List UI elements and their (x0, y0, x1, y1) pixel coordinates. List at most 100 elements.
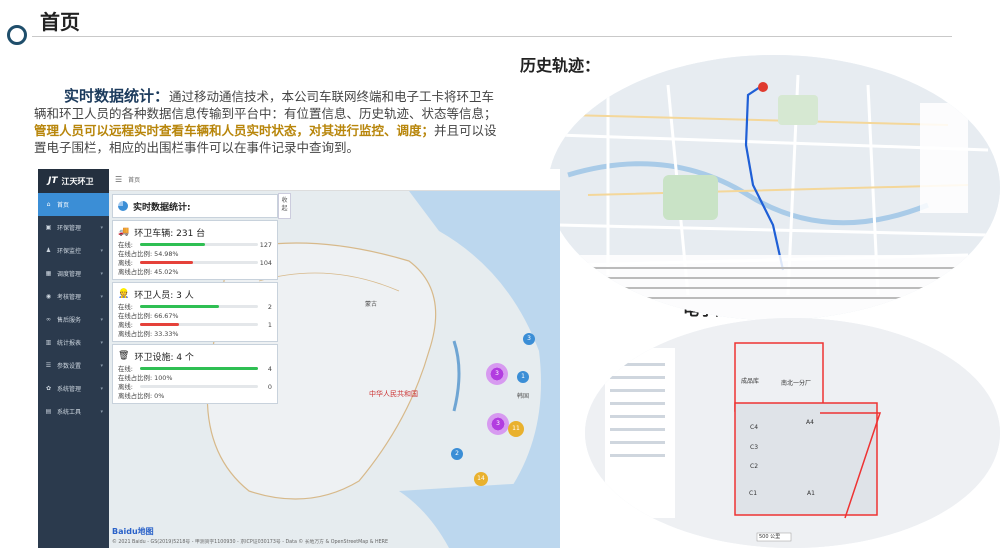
offline-count: 104 (259, 258, 272, 267)
history-track-map (548, 55, 1000, 320)
history-label: 历史轨迹： (520, 56, 601, 75)
offline-ratio: 离线占比例: 45.02% (118, 268, 179, 276)
fence-marker-c4: C4 (750, 424, 759, 431)
breadcrumb[interactable]: 首页 (128, 175, 140, 184)
sidebar-item[interactable]: ♟ 环保监控 ▾ (38, 239, 109, 262)
online-ratio: 在线占比例: 54.98% (118, 250, 179, 258)
description-heading: 实时数据统计： (64, 87, 170, 105)
sidebar-menu: ⌂ 首页 ▣ 环保管理 ▾ ♟ 环保监控 ▾ ▦ 调度管理 ▾ ◉ 考核管理 ▾ ∞ 售后服务 ▾ ▥ 统计报表 ▾ ☰… (38, 193, 109, 423)
fence-marker-warehouse: 成品库 (741, 378, 760, 385)
sidebar-item[interactable]: ∞ 售后服务 ▾ (38, 308, 109, 331)
page-title: 首页 (40, 10, 80, 34)
home-icon: ⌂ (46, 201, 51, 208)
cluster-marker[interactable]: 1 (517, 371, 529, 383)
sidebar-item[interactable]: ▤ 系统工具 ▾ (38, 400, 109, 423)
cluster-marker[interactable]: 11 (508, 421, 524, 437)
chevron-down-icon: ▾ (100, 316, 103, 323)
category-card: 🚚 环卫车辆: 231 台在线: 127 在线占比例: 54.98% 离线: 104 离线占… (112, 220, 278, 280)
cluster-marker[interactable]: 14 (474, 472, 488, 486)
user-icon: ♟ (45, 247, 52, 254)
sidebar-item[interactable]: ▥ 统计报表 ▾ (38, 331, 109, 354)
online-bar (140, 243, 258, 246)
sidebar: JT 江天环卫 ⌂ 首页 ▣ 环保管理 ▾ ♟ 环保监控 ▾ ▦ 调度管理 ▾ ◉ 考核管理 ▾ ∞ 售后服务… (38, 169, 109, 548)
fence-marker-c3: C3 (750, 444, 759, 451)
category-card: 👷 环卫人员: 3 人在线: 2 在线占比例: 66.67% 离线: 1 离线占比例: 33… (112, 282, 278, 342)
list-icon: ☰ (45, 362, 52, 369)
category-label: 环卫设施: 4 个 (134, 352, 194, 363)
online-ratio: 在线占比例: 100% (118, 374, 173, 382)
cluster-marker[interactable]: 3 (486, 363, 508, 385)
worker-icon: 👷 (118, 289, 130, 299)
cluster-marker[interactable]: 3 (523, 333, 535, 345)
chevron-down-icon: ▾ (100, 339, 103, 346)
sidebar-item-label: 统计报表 (57, 340, 82, 347)
collapse-button[interactable]: 收起 (278, 193, 291, 219)
grid-icon: ▦ (45, 270, 52, 277)
category-label: 环卫车辆: 231 台 (134, 228, 206, 239)
fence-map: A4 C4 C3 C2 A1 C1 成品库 南北一分厂 500 公里 (585, 318, 1000, 548)
gear-icon: ✿ (45, 385, 52, 392)
sidebar-item-label: 参数设置 (57, 363, 82, 370)
sidebar-item[interactable]: ▦ 调度管理 ▾ (38, 262, 109, 285)
online-bar (140, 305, 258, 308)
offline-bar-fill (140, 323, 180, 326)
sidebar-item-label: 考核管理 (57, 294, 82, 301)
sidebar-item[interactable]: ◉ 考核管理 ▾ (38, 285, 109, 308)
online-label: 在线: (118, 365, 133, 373)
chevron-down-icon: ▾ (100, 293, 103, 300)
hamburger-icon[interactable]: ☰ (115, 175, 122, 184)
sidebar-item-label: 环保监控 (57, 248, 82, 255)
sidebar-item[interactable]: ☰ 参数设置 ▾ (38, 354, 109, 377)
online-bar (140, 367, 258, 370)
sidebar-item[interactable]: ✿ 系统管理 ▾ (38, 377, 109, 400)
offline-ratio: 离线占比例: 33.33% (118, 330, 179, 338)
chevron-down-icon: ▾ (100, 224, 103, 231)
sidebar-item-label: 首页 (57, 202, 70, 209)
title-divider (32, 36, 952, 37)
online-bar-fill (140, 243, 205, 246)
fence-marker-c2: C2 (750, 463, 759, 470)
online-count: 2 (267, 302, 272, 311)
app-logo: JT 江天环卫 (38, 169, 109, 193)
chart-icon: ▥ (45, 339, 52, 346)
fence-marker-c1: C1 (749, 490, 758, 497)
offline-bar (140, 385, 258, 388)
service-icon: ∞ (46, 316, 51, 323)
sidebar-item[interactable]: ⌂ 首页 (38, 193, 109, 216)
baidu-logo: Baidu地图 (112, 527, 154, 536)
online-count: 4 (267, 364, 272, 373)
online-label: 在线: (118, 303, 133, 311)
top-bar: ☰ 首页 (109, 169, 560, 191)
fence-marker-a4: A4 (806, 419, 814, 426)
category-cards: 🚚 环卫车辆: 231 台在线: 127 在线占比例: 54.98% 离线: 104 离线占… (112, 220, 278, 404)
truck-icon: 🚚 (118, 227, 130, 237)
offline-count: 0 (267, 382, 272, 391)
sidebar-item-label: 系统工具 (57, 409, 82, 416)
chevron-down-icon: ▾ (100, 408, 103, 415)
chevron-down-icon: ▾ (100, 247, 103, 254)
tool-icon: ▤ (45, 408, 52, 415)
fence-marker-a1: A1 (807, 490, 815, 497)
cluster-marker[interactable]: 2 (451, 448, 463, 460)
offline-bar (140, 261, 258, 264)
sidebar-item[interactable]: ▣ 环保管理 ▾ (38, 216, 109, 239)
slide: 首页 实时数据统计：通过移动通信技术，本公司车联网终端和电子工卡将环卫车辆和环卫… (0, 0, 1000, 557)
offline-count: 1 (267, 320, 272, 329)
online-bar-fill (140, 305, 219, 308)
online-count: 127 (259, 240, 272, 249)
offline-bar-fill (140, 261, 194, 264)
fence-marker-factory: 南北一分厂 (781, 380, 812, 387)
cluster-marker[interactable]: 3 (487, 413, 509, 435)
chevron-down-icon: ▾ (100, 385, 103, 392)
online-bar-fill (140, 367, 258, 370)
offline-ratio: 离线占比例: 0% (118, 392, 165, 400)
sidebar-item-label: 系统管理 (57, 386, 82, 393)
copyright: © 2021 Baidu - GS(2019)5218号 - 甲测资字11009… (112, 540, 389, 545)
logo-text: 江天环卫 (61, 176, 94, 186)
offline-label: 离线: (118, 259, 133, 267)
stats-title-card: 实时数据统计: (112, 194, 278, 218)
logo-mark: JT (48, 176, 58, 186)
sidebar-item-label: 调度管理 (57, 271, 82, 278)
truck-icon: ▣ (45, 224, 52, 231)
map-label-mongolia: 蒙古 (365, 301, 378, 308)
